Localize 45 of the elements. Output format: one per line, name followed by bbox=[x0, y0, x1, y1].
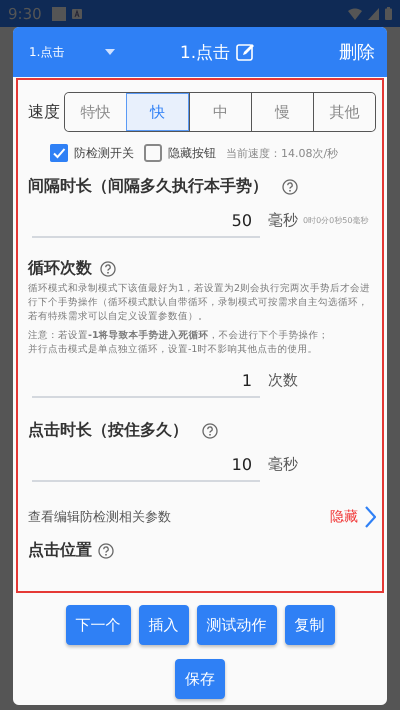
speed-option[interactable]: 其他 bbox=[313, 93, 375, 131]
checkbox[interactable] bbox=[50, 144, 68, 162]
dialog-title: 1.点击 bbox=[180, 42, 230, 64]
warning-text: 注意：若设置-1将导致本手势进入死循环，不会进行下个手势操作； bbox=[28, 329, 330, 343]
current-speed: 当前速度：14.08次/秒 bbox=[226, 146, 338, 160]
help-icon bbox=[282, 178, 298, 194]
speed-option[interactable]: 快 bbox=[126, 93, 189, 131]
notification-icon bbox=[52, 6, 66, 20]
caret-icon bbox=[105, 49, 115, 55]
step-dropdown[interactable]: 1.点击 bbox=[29, 44, 115, 60]
help-icon bbox=[98, 542, 114, 558]
save-button[interactable]: 保存 bbox=[175, 659, 225, 699]
action-button[interactable]: 测试动作 bbox=[196, 605, 276, 645]
edit-icon[interactable] bbox=[236, 43, 254, 61]
checkbox-label: 防检测开关 bbox=[74, 144, 134, 162]
help-icon bbox=[202, 422, 218, 438]
input-field[interactable]: 1 bbox=[32, 371, 260, 398]
section-title: 循环次数 bbox=[28, 258, 92, 279]
wifi-icon bbox=[348, 8, 362, 20]
warning-text: 并行点击模式是单点独立循环，设置-1时不影响其他点击的使用。 bbox=[28, 343, 318, 357]
hide-link[interactable]: 隐藏 bbox=[330, 508, 358, 526]
unit-label: 毫秒 bbox=[268, 455, 298, 475]
section-title: 点击位置 bbox=[28, 540, 92, 561]
keyboard-icon bbox=[72, 8, 82, 18]
checkbox[interactable] bbox=[144, 144, 162, 162]
help-icon bbox=[100, 260, 116, 276]
action-button[interactable]: 复制 bbox=[284, 605, 334, 645]
action-button[interactable]: 下一个 bbox=[66, 605, 130, 645]
description-text: 循环模式和录制模式下该值最好为1，若设置为2则会执行完两次手势后才会进行下个手势操作（循环模式默认自带循环，录制模式可按需求自主勾选循环，若有特殊需求可以自定义设置参数值）。 bbox=[28, 282, 372, 324]
checkbox-label: 隐藏按钮 bbox=[168, 144, 216, 162]
battery-icon bbox=[385, 7, 392, 20]
speed-label: 速度 bbox=[28, 102, 60, 122]
signal-icon bbox=[368, 8, 379, 20]
anti-detect-label: 查看编辑防检测相关参数 bbox=[28, 509, 172, 526]
section-title: 点击时长（按住多久） bbox=[28, 420, 188, 441]
action-button[interactable]: 插入 bbox=[138, 605, 188, 645]
input-field[interactable]: 50 bbox=[32, 211, 260, 238]
duration-note: 0时0分0秒50毫秒 bbox=[303, 215, 368, 227]
input-field[interactable]: 10 bbox=[32, 455, 260, 482]
status-time: 9:30 bbox=[8, 4, 42, 22]
delete-button[interactable]: 删除 bbox=[339, 40, 375, 64]
section-title: 间隔时长（间隔多久执行本手势） bbox=[28, 176, 268, 197]
unit-label: 毫秒 bbox=[268, 211, 298, 231]
chevron-icon bbox=[364, 506, 376, 528]
unit-label: 次数 bbox=[268, 371, 298, 391]
